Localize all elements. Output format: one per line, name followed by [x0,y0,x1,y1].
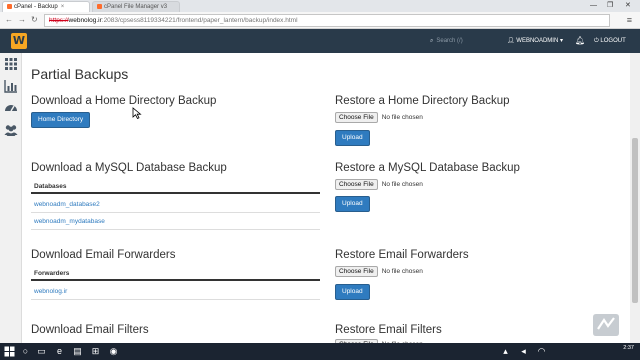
maximize-icon[interactable]: ❐ [607,0,613,11]
tab-file-manager[interactable]: cPanel File Manager v3 [92,1,180,12]
forward-arrow-icon[interactable]: → [18,15,26,25]
dashboard-gauge-icon[interactable] [4,101,18,115]
address-bar: ← → ↻ https://webnolog.ir:2083/cpsess811… [0,12,640,29]
cpanel-top-nav: W ⌕ Search (/) 👤︎ WEBNOADMIN ▾ 🔔︎ ⏻ LOGOU… [0,29,640,53]
choose-file-button[interactable]: Choose File [335,179,378,190]
url-host: webnolog.ir [68,17,102,24]
upload-home-button[interactable]: Upload [335,130,370,146]
download-home-title: Download a Home Directory Backup [31,95,217,107]
database-link[interactable]: webnoadm_mydatabase [31,213,320,230]
databases-column-header: Databases [31,179,320,194]
search-icon[interactable]: ○ [20,346,31,357]
chrome-icon[interactable]: ◉ [108,346,119,357]
search-icon: ⌕ [430,38,434,44]
page-title: Partial Backups [31,66,129,82]
restore-forwarders-title: Restore Email Forwarders [335,249,469,261]
choose-file-button[interactable]: Choose File [335,112,378,123]
volume-icon[interactable]: ◂ [518,346,529,357]
restore-home-file-input[interactable]: Choose File No file chosen [335,112,423,123]
home-directory-button[interactable]: Home Directory [31,112,91,128]
no-file-text: No file chosen [381,181,423,188]
file-explorer-icon[interactable]: ▤ [72,346,83,357]
apps-grid-icon[interactable] [4,57,18,71]
url-field[interactable]: https://webnolog.ir:2083/cpsess811933422… [44,14,610,27]
restore-home-title: Restore a Home Directory Backup [335,95,510,107]
watermark-logo-icon [593,314,619,336]
logout-icon: ⏻ [594,38,599,44]
network-icon[interactable]: ▴ [500,346,511,357]
windows-taskbar: ○ ▭ e ▤ ⊞ ◉ ▴ ◂ ◠ 2:37 [0,343,640,360]
no-file-text: No file chosen [381,114,423,121]
edge-browser-icon[interactable]: e [54,346,65,357]
database-link[interactable]: webnoadm_database2 [31,196,320,213]
upload-forwarders-button[interactable]: Upload [335,284,370,300]
store-icon[interactable]: ⊞ [90,346,101,357]
url-path: :2083/cpsess8119334221/frontend/paper_la… [101,17,298,24]
user-menu[interactable]: 👤︎ WEBNOADMIN ▾ [507,36,563,47]
restore-filters-title: Restore Email Filters [335,324,442,336]
browser-tab-bar: cPanel - Backup × cPanel File Manager v3 … [0,0,640,12]
upload-mysql-button[interactable]: Upload [335,196,370,212]
username: WEBNOADMIN [516,38,559,44]
user-icon: 👤︎ [507,38,515,44]
task-view-icon[interactable]: ▭ [36,346,47,357]
no-file-text: No file chosen [381,268,423,275]
reload-icon[interactable]: ↻ [31,15,38,25]
back-arrow-icon[interactable]: ← [5,15,13,25]
tab-label: cPanel File Manager v3 [104,4,168,10]
notifications-bell-icon[interactable]: 🔔︎ [575,35,585,47]
windows-start-icon[interactable] [4,346,15,357]
restore-mysql-file-input[interactable]: Choose File No file chosen [335,179,423,190]
forwarder-link[interactable]: webnolog.ir [31,283,320,300]
search-placeholder: Search (/) [436,38,463,44]
stats-chart-icon[interactable] [4,79,18,93]
users-icon[interactable] [4,123,18,137]
browser-menu-icon[interactable]: ≡ [627,15,632,25]
logout-label: LOGOUT [600,38,626,44]
download-forwarders-title: Download Email Forwarders [31,249,176,261]
restore-mysql-title: Restore a MySQL Database Backup [335,162,520,174]
mouse-cursor-icon [132,107,142,119]
tab-label: cPanel - Backup [14,4,58,10]
main-content: Partial Backups Download a Home Director… [22,53,630,343]
cpanel-favicon-icon [97,3,102,9]
chevron-down-icon: ▾ [559,38,563,44]
wifi-icon[interactable]: ◠ [536,346,547,357]
tab-cpanel-backup[interactable]: cPanel - Backup × [2,1,90,12]
choose-file-button[interactable]: Choose File [335,266,378,277]
download-mysql-title: Download a MySQL Database Backup [31,162,227,174]
scrollbar-thumb[interactable] [632,138,638,303]
close-tab-icon[interactable]: × [61,4,65,10]
url-scheme: https:// [49,17,69,24]
restore-forwarders-file-input[interactable]: Choose File No file chosen [335,266,423,277]
minimize-icon[interactable]: — [590,0,597,11]
cpanel-logo[interactable]: W [11,33,27,49]
close-window-icon[interactable]: ✕ [625,0,631,11]
clock-time: 2:37 [623,345,634,351]
taskbar-clock[interactable]: 2:37 [623,345,634,352]
cpanel-favicon-icon [7,3,12,9]
forwarders-column-header: Forwarders [31,266,320,281]
search-input[interactable]: ⌕ Search (/) [430,36,500,47]
download-filters-title: Download Email Filters [31,324,149,336]
left-rail [0,53,22,343]
logout-button[interactable]: ⏻ LOGOUT [594,36,626,47]
